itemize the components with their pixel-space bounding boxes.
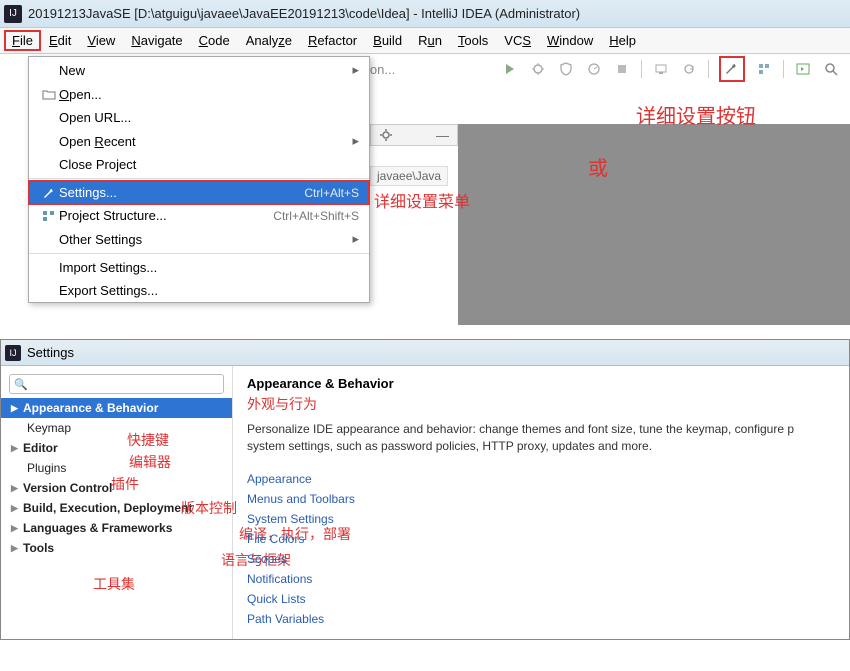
tree-tools[interactable]: ▶ Tools: [1, 538, 232, 558]
settings-description: Personalize IDE appearance and behavior:…: [247, 421, 835, 455]
project-structure-icon: [39, 209, 59, 223]
annotation-tools: 工具集: [93, 574, 135, 594]
run-config-fragment: ion...: [367, 62, 395, 77]
settings-titlebar: IJ Settings: [1, 340, 849, 366]
menu-item-export-settings[interactable]: Export Settings...: [29, 279, 369, 302]
search-icon: 🔍: [14, 378, 28, 391]
menu-edit[interactable]: Edit: [41, 30, 79, 51]
annotation-editor: 编辑器: [129, 452, 171, 472]
link-scopes[interactable]: Scopes: [247, 549, 835, 569]
menu-item-import-settings[interactable]: Import Settings...: [29, 256, 369, 279]
menu-build[interactable]: Build: [365, 30, 410, 51]
sync-icon[interactable]: [680, 60, 698, 78]
intellij-main-window: IJ 20191213JavaSE [D:\atguigu\javaee\Jav…: [0, 0, 850, 325]
minimize-icon[interactable]: —: [436, 128, 449, 143]
menu-item-settings[interactable]: Settings... Ctrl+Alt+S: [29, 181, 369, 204]
toolbar-right: [501, 56, 840, 82]
tree-keymap[interactable]: Keymap: [1, 418, 232, 438]
chevron-right-icon: ▶: [11, 543, 23, 554]
chevron-right-icon: ▶: [11, 483, 23, 494]
folder-open-icon: [39, 89, 59, 101]
stop-icon[interactable]: [613, 60, 631, 78]
menu-help[interactable]: Help: [601, 30, 644, 51]
link-menus-toolbars[interactable]: Menus and Toolbars: [247, 489, 835, 509]
settings-link-list: Appearance Menus and Toolbars System Set…: [247, 469, 835, 629]
tree-editor[interactable]: ▶ Editor: [1, 438, 232, 458]
annotation-or: 或: [588, 152, 608, 181]
structure-icon[interactable]: [755, 60, 773, 78]
chevron-right-icon: ▶: [11, 403, 23, 414]
chevron-right-icon: ▸: [352, 133, 359, 149]
menu-separator: [29, 253, 369, 254]
search-everywhere-icon[interactable]: [822, 60, 840, 78]
toolbar-separator: [783, 60, 784, 78]
menu-file[interactable]: File: [4, 30, 41, 51]
menu-run[interactable]: Run: [410, 30, 450, 51]
run-anything-icon[interactable]: [794, 60, 812, 78]
settings-toolbar-button[interactable]: [719, 56, 745, 82]
menu-view[interactable]: View: [79, 30, 123, 51]
settings-search-input[interactable]: 🔍: [9, 374, 224, 394]
menu-code[interactable]: Code: [191, 30, 238, 51]
link-notifications[interactable]: Notifications: [247, 569, 835, 589]
chevron-right-icon: ▶: [11, 503, 23, 514]
chevron-right-icon: ▸: [352, 62, 359, 78]
link-path-variables[interactable]: Path Variables: [247, 609, 835, 629]
settings-dialog: IJ Settings 🔍 ▶ Appearance & Behavior Ke…: [0, 339, 850, 640]
settings-title: Settings: [27, 345, 74, 360]
annotation-keymap: 快捷键: [127, 430, 169, 450]
toolbar-separator: [708, 60, 709, 78]
menu-item-project-structure[interactable]: Project Structure... Ctrl+Alt+Shift+S: [29, 204, 369, 227]
tree-appearance-behavior[interactable]: ▶ Appearance & Behavior: [1, 398, 232, 418]
menu-item-open-recent[interactable]: Open Recent ▸: [29, 129, 369, 153]
profile-icon[interactable]: [585, 60, 603, 78]
toolbar-separator: [641, 60, 642, 78]
tool-window-header: —: [370, 124, 458, 146]
menu-item-open[interactable]: Open...: [29, 83, 369, 106]
annotation-settings-menu: 详细设置菜单: [374, 188, 470, 212]
menu-window[interactable]: Window: [539, 30, 601, 51]
debug-icon[interactable]: [529, 60, 547, 78]
menu-navigate[interactable]: Navigate: [123, 30, 190, 51]
chevron-right-icon: ▸: [352, 231, 359, 247]
menu-item-close-project[interactable]: Close Project: [29, 153, 369, 176]
wrench-icon: [39, 186, 59, 200]
editor-empty-area: [458, 124, 850, 325]
run-icon[interactable]: [501, 60, 519, 78]
device-icon[interactable]: [652, 60, 670, 78]
link-quick-lists[interactable]: Quick Lists: [247, 589, 835, 609]
coverage-icon[interactable]: [557, 60, 575, 78]
menu-item-open-url[interactable]: Open URL...: [29, 106, 369, 129]
window-titlebar: IJ 20191213JavaSE [D:\atguigu\javaee\Jav…: [0, 0, 850, 28]
chevron-right-icon: ▶: [11, 523, 23, 534]
intellij-icon: IJ: [4, 5, 22, 23]
chevron-right-icon: ▶: [11, 443, 23, 454]
menu-tools[interactable]: Tools: [450, 30, 496, 51]
annotation-heading: 外观与行为: [247, 394, 317, 414]
menu-item-other-settings[interactable]: Other Settings ▸: [29, 227, 369, 251]
link-system-settings[interactable]: System Settings: [247, 509, 835, 529]
link-appearance[interactable]: Appearance: [247, 469, 835, 489]
menu-item-new[interactable]: New ▸: [29, 57, 369, 83]
settings-shortcut: Ctrl+Alt+S: [304, 186, 359, 200]
tree-lang-frameworks[interactable]: ▶ Languages & Frameworks: [1, 518, 232, 538]
settings-main-panel: Appearance & Behavior 外观与行为 Personalize …: [233, 366, 849, 639]
editor-tab-fragment[interactable]: javaee\Java: [370, 166, 448, 186]
menubar: File Edit View Navigate Code Analyze Ref…: [0, 28, 850, 54]
settings-heading: Appearance & Behavior: [247, 376, 835, 391]
intellij-icon: IJ: [5, 345, 21, 361]
annotation-version-control: 版本控制: [181, 498, 237, 518]
annotation-settings-button: 详细设置按钮: [636, 100, 756, 129]
link-file-colors[interactable]: File Colors: [247, 529, 835, 549]
file-dropdown-menu: New ▸ Open... Open URL... Open Recent ▸ …: [28, 56, 370, 303]
menu-separator: [29, 178, 369, 179]
annotation-plugins: 插件: [111, 474, 139, 494]
menu-refactor[interactable]: Refactor: [300, 30, 365, 51]
window-title: 20191213JavaSE [D:\atguigu\javaee\JavaEE…: [28, 6, 580, 21]
menu-vcs[interactable]: VCS: [496, 30, 539, 51]
gear-icon[interactable]: [379, 128, 393, 142]
project-structure-shortcut: Ctrl+Alt+Shift+S: [273, 209, 359, 223]
menu-analyze[interactable]: Analyze: [238, 30, 300, 51]
